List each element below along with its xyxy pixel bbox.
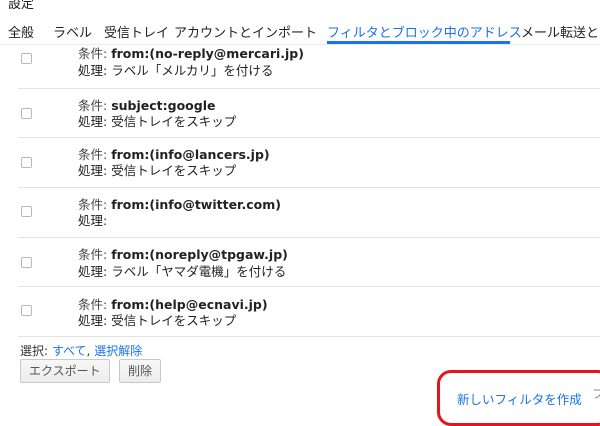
row-divider xyxy=(18,336,600,337)
trailing-link-fragment: フ xyxy=(592,387,600,401)
filter-action: 処理: 受信トレイをスキップ xyxy=(78,310,236,329)
filter-action-text: 受信トレイをスキップ xyxy=(111,114,237,129)
filter-action: 処理: xyxy=(78,210,107,229)
tab-general[interactable]: 全般 xyxy=(8,22,34,41)
filter-row: 条件: from:(info@twitter.com) 処理: xyxy=(0,188,600,238)
filter-checkbox[interactable] xyxy=(21,157,32,168)
action-prefix: 処理: xyxy=(78,114,112,129)
action-prefix: 処理: xyxy=(78,213,108,228)
filter-checkbox[interactable] xyxy=(21,206,32,217)
condition-prefix: 条件: xyxy=(78,247,112,262)
selection-bar: 選択: すべて, 選択解除 xyxy=(20,342,142,359)
action-prefix: 処理: xyxy=(78,63,112,78)
filter-checkbox[interactable] xyxy=(21,257,32,268)
filter-checkbox[interactable] xyxy=(21,53,32,64)
create-filter-link[interactable]: 新しいフィルタを作成 xyxy=(457,389,582,408)
selection-label: 選択: xyxy=(20,344,52,358)
filter-condition: 条件: from:(info@twitter.com) xyxy=(78,194,281,213)
filter-row: 条件: subject:google 処理: 受信トレイをスキップ xyxy=(0,89,600,139)
filter-action: 処理: ラベル「メルカリ」を付ける xyxy=(78,60,273,79)
delete-button[interactable]: 削除 xyxy=(119,359,162,383)
deselect-link[interactable]: 選択解除 xyxy=(94,344,142,358)
filter-criteria: from:(noreply@tpgaw.jp) xyxy=(111,247,288,262)
tab-filters-blocked[interactable]: フィルタとブロック中のアドレス xyxy=(327,22,522,41)
filter-action: 処理: 受信トレイをスキップ xyxy=(78,111,236,130)
action-prefix: 処理: xyxy=(78,264,112,279)
filter-action-text: ラベル「メルカリ」を付ける xyxy=(111,63,274,78)
filter-action-text: 受信トレイをスキップ xyxy=(111,163,237,178)
filter-criteria: from:(no-reply@mercari.jp) xyxy=(111,46,304,61)
filter-criteria: from:(info@twitter.com) xyxy=(111,197,281,212)
export-button[interactable]: エクスポート xyxy=(20,359,110,383)
filter-action: 処理: ラベル「ヤマダ電機」を付ける xyxy=(78,261,286,280)
filter-action-text: 受信トレイをスキップ xyxy=(111,313,237,328)
tab-labels[interactable]: ラベル xyxy=(53,22,92,41)
condition-prefix: 条件: xyxy=(78,46,112,61)
tab-inbox[interactable]: 受信トレイ xyxy=(104,22,169,41)
action-prefix: 処理: xyxy=(78,163,112,178)
filter-action: 処理: 受信トレイをスキップ xyxy=(78,160,236,179)
filter-checkbox[interactable] xyxy=(21,108,32,119)
page-title: 設定 xyxy=(8,0,35,12)
action-prefix: 処理: xyxy=(78,313,112,328)
filter-checkbox[interactable] xyxy=(21,305,32,316)
filter-row: 条件: from:(no-reply@mercari.jp) 処理: ラベル「メ… xyxy=(0,40,600,90)
filter-action-text: ラベル「ヤマダ電機」を付ける xyxy=(111,264,287,279)
select-all-link[interactable]: すべて xyxy=(52,344,87,358)
tab-accounts-import[interactable]: アカウントとインポート xyxy=(174,22,317,41)
filter-row: 条件: from:(info@lancers.jp) 処理: 受信トレイをスキッ… xyxy=(0,138,600,188)
filter-row: 条件: from:(help@ecnavi.jp) 処理: 受信トレイをスキップ xyxy=(0,287,600,337)
tab-forwarding[interactable]: メール転送と P xyxy=(521,22,600,41)
filter-row: 条件: from:(noreply@tpgaw.jp) 処理: ラベル「ヤマダ電… xyxy=(0,238,600,288)
